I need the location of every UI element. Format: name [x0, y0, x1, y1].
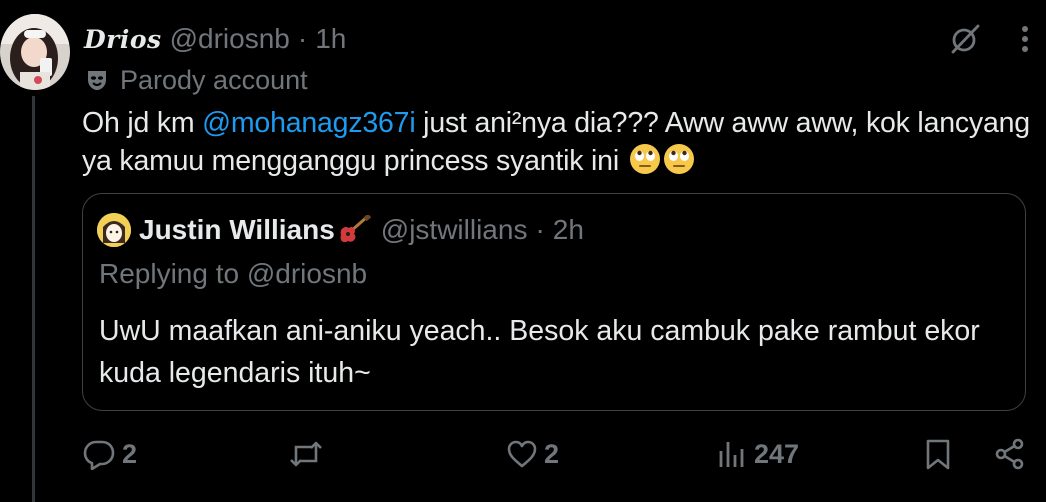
bookmark-button[interactable] [924, 434, 952, 474]
grok-icon[interactable] [948, 22, 982, 56]
parody-label: Parody account [86, 62, 308, 98]
eye-roll-emoji [663, 143, 695, 175]
quoted-post-header: Justin Willians @jstwillians · 2h [97, 212, 584, 248]
repost-button[interactable] [288, 434, 330, 474]
post-header: Drios @driosnb · 1h [84, 20, 346, 58]
replying-to[interactable]: Replying to @driosnb [99, 258, 367, 290]
like-button[interactable]: 2 [506, 434, 559, 474]
post-text: Oh jd km @mohanagz367i just ani²nya dia?… [82, 104, 1032, 180]
parody-mask-icon [86, 68, 108, 92]
mention-link[interactable]: @mohanagz367i [202, 107, 416, 139]
quoted-handle[interactable]: @jstwillians [381, 214, 528, 246]
quoted-timestamp[interactable]: 2h [553, 214, 584, 246]
separator-dot: · [297, 23, 308, 54]
post-text-part: Oh jd km [82, 107, 203, 139]
header-actions [948, 22, 1030, 56]
parody-label-text: Parody account [120, 64, 308, 95]
quoted-post[interactable]: Justin Willians @jstwillians · 2h Replyi… [82, 193, 1026, 411]
reply-icon [82, 438, 116, 470]
like-count: 2 [544, 438, 560, 469]
reply-button[interactable]: 2 [82, 434, 137, 474]
guitar-emoji [337, 215, 371, 245]
views-icon [716, 439, 748, 469]
like-icon [506, 439, 538, 469]
views-count: 247 [754, 438, 800, 469]
action-bar: 2 2 247 [82, 434, 1030, 474]
views-button[interactable]: 247 [716, 434, 799, 474]
thread-line [32, 96, 35, 502]
eye-roll-emoji [629, 143, 661, 175]
quoted-avatar[interactable] [97, 213, 131, 247]
share-button[interactable] [994, 434, 1026, 474]
share-icon [994, 438, 1026, 470]
avatar[interactable] [0, 14, 70, 90]
separator-dot: · [535, 214, 545, 245]
post-timestamp[interactable]: 1h [315, 23, 346, 55]
quoted-display-name[interactable]: Justin Willians [139, 214, 335, 246]
repost-icon [288, 439, 324, 469]
reply-count: 2 [122, 438, 138, 469]
more-icon[interactable] [1020, 25, 1030, 53]
quoted-post-text: UwU maafkan ani-aniku yeach.. Besok aku … [99, 315, 980, 389]
author-handle[interactable]: @driosnb [170, 23, 290, 55]
bookmark-icon [924, 438, 952, 470]
author-display-name[interactable]: Drios [84, 25, 162, 54]
